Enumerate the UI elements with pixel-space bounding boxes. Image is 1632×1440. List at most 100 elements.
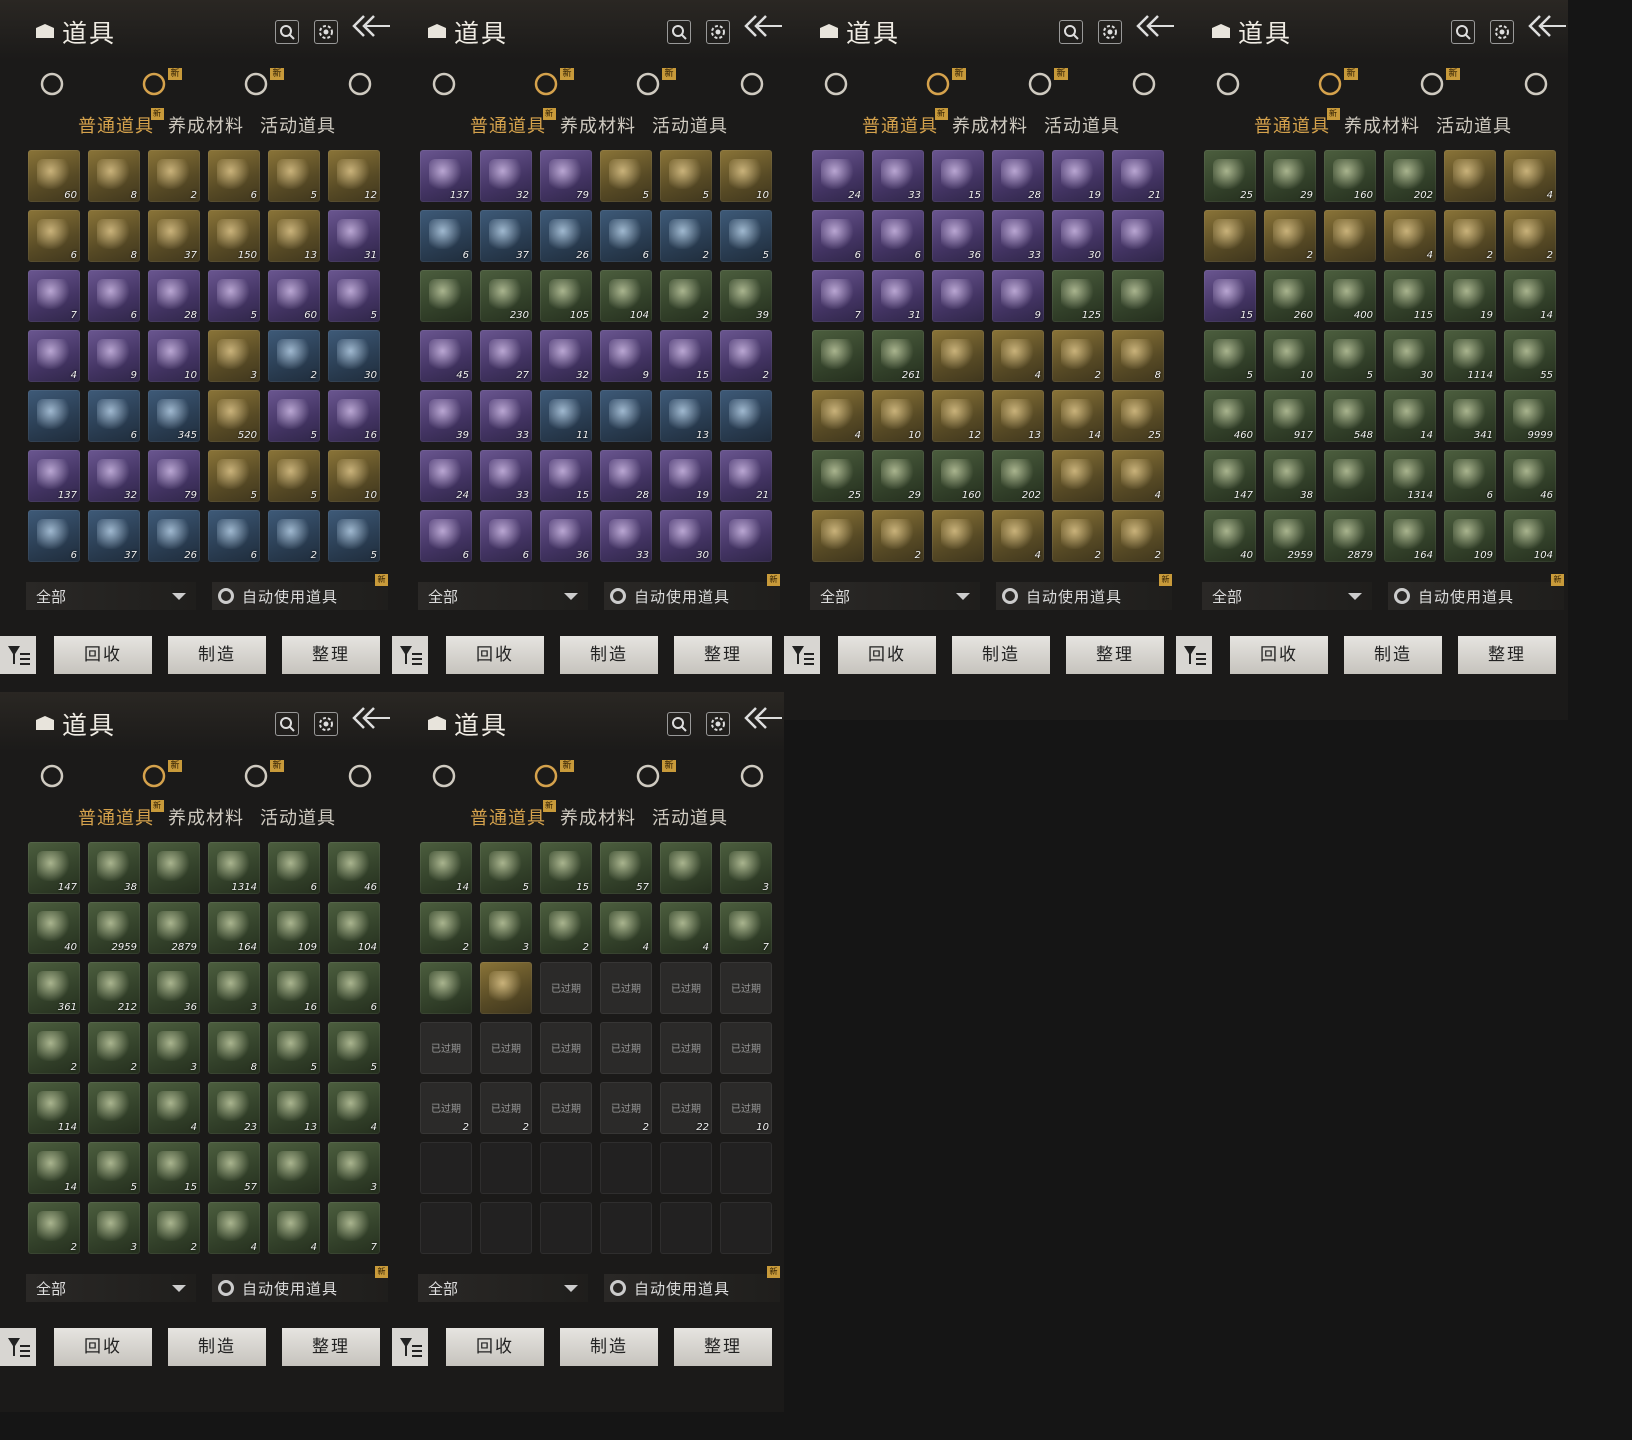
- item-slot[interactable]: 19: [1444, 270, 1496, 322]
- item-slot[interactable]: 13: [992, 390, 1044, 442]
- sort-button[interactable]: 整理: [674, 1328, 772, 1366]
- item-slot[interactable]: 30: [1052, 210, 1104, 262]
- item-slot[interactable]: 29: [872, 450, 924, 502]
- item-slot[interactable]: 4: [992, 330, 1044, 382]
- item-slot[interactable]: 39: [720, 270, 772, 322]
- item-slot[interactable]: 6: [812, 210, 864, 262]
- filter-dropdown[interactable]: 全部: [26, 582, 196, 610]
- item-slot[interactable]: 25: [1204, 150, 1256, 202]
- item-slot[interactable]: 260: [1264, 270, 1316, 322]
- sub-tab[interactable]: 养成材料: [168, 112, 244, 138]
- item-slot[interactable]: 5: [1324, 330, 1376, 382]
- item-slot[interactable]: 40: [1204, 510, 1256, 562]
- item-slot[interactable]: 32: [480, 150, 532, 202]
- craft-button[interactable]: 制造: [1344, 636, 1442, 674]
- gear-icon[interactable]: [1490, 20, 1514, 44]
- category-weapon-icon[interactable]: [428, 66, 468, 106]
- item-slot[interactable]: 79: [540, 150, 592, 202]
- item-slot[interactable]: 6: [208, 150, 260, 202]
- item-slot[interactable]: 6: [88, 270, 140, 322]
- auto-use-toggle[interactable]: 自动使用道具 新: [996, 574, 1172, 610]
- search-icon[interactable]: [667, 20, 691, 44]
- item-slot[interactable]: 548: [1324, 390, 1376, 442]
- item-slot[interactable]: 460: [1204, 390, 1256, 442]
- item-slot[interactable]: 33: [480, 390, 532, 442]
- item-slot[interactable]: 已过期: [660, 1022, 712, 1074]
- item-slot[interactable]: [812, 330, 864, 382]
- item-slot[interactable]: 已过期: [540, 1082, 592, 1134]
- item-slot[interactable]: 2: [1264, 210, 1316, 262]
- item-slot[interactable]: 33: [600, 510, 652, 562]
- item-slot[interactable]: 57: [208, 1142, 260, 1194]
- item-slot[interactable]: 4: [600, 902, 652, 954]
- item-slot[interactable]: 147: [28, 842, 80, 894]
- item-slot[interactable]: 21: [720, 450, 772, 502]
- item-slot[interactable]: 8: [1112, 330, 1164, 382]
- item-slot[interactable]: 4: [28, 330, 80, 382]
- item-slot[interactable]: [1324, 210, 1376, 262]
- filter-list-icon[interactable]: [0, 1328, 36, 1366]
- item-slot[interactable]: 2: [660, 270, 712, 322]
- item-slot[interactable]: 15: [540, 842, 592, 894]
- item-slot[interactable]: 5: [720, 210, 772, 262]
- filter-list-icon[interactable]: [784, 636, 820, 674]
- item-slot[interactable]: 2959: [1264, 510, 1316, 562]
- item-slot[interactable]: 109: [1444, 510, 1496, 562]
- item-slot[interactable]: 1314: [208, 842, 260, 894]
- item-slot[interactable]: [812, 510, 864, 562]
- item-slot[interactable]: 5: [208, 270, 260, 322]
- item-slot[interactable]: [420, 962, 472, 1014]
- craft-button[interactable]: 制造: [168, 1328, 266, 1366]
- item-slot[interactable]: [148, 842, 200, 894]
- auto-use-toggle[interactable]: 自动使用道具 新: [212, 1266, 388, 1302]
- item-slot[interactable]: 7: [812, 270, 864, 322]
- filter-dropdown[interactable]: 全部: [1202, 582, 1372, 610]
- category-medal-icon[interactable]: [344, 758, 384, 798]
- gear-icon[interactable]: [314, 712, 338, 736]
- item-slot[interactable]: 23: [208, 1082, 260, 1134]
- item-slot[interactable]: 147: [1204, 450, 1256, 502]
- sub-tab[interactable]: 活动道具: [1044, 112, 1120, 138]
- item-slot[interactable]: 24: [420, 450, 472, 502]
- item-slot[interactable]: 13: [268, 210, 320, 262]
- item-slot[interactable]: 6: [600, 210, 652, 262]
- item-slot[interactable]: 11: [540, 390, 592, 442]
- item-slot[interactable]: 已过期: [420, 1022, 472, 1074]
- item-slot[interactable]: 36: [932, 210, 984, 262]
- auto-use-toggle[interactable]: 自动使用道具 新: [604, 1266, 780, 1302]
- item-slot[interactable]: 10: [328, 450, 380, 502]
- item-slot[interactable]: 6: [420, 510, 472, 562]
- item-slot[interactable]: 14: [28, 1142, 80, 1194]
- item-slot[interactable]: [88, 1082, 140, 1134]
- category-scroll-icon[interactable]: 新: [632, 66, 676, 106]
- item-slot[interactable]: 21: [1112, 150, 1164, 202]
- item-slot[interactable]: 已过期: [600, 962, 652, 1014]
- item-slot[interactable]: 14: [1384, 390, 1436, 442]
- item-slot[interactable]: 2: [1504, 210, 1556, 262]
- auto-use-toggle[interactable]: 自动使用道具 新: [604, 574, 780, 610]
- item-slot[interactable]: 46: [328, 842, 380, 894]
- item-slot[interactable]: 33: [480, 450, 532, 502]
- search-icon[interactable]: [275, 712, 299, 736]
- item-slot[interactable]: 345: [148, 390, 200, 442]
- item-slot[interactable]: 6: [328, 962, 380, 1014]
- item-slot[interactable]: 3: [720, 842, 772, 894]
- sub-tab[interactable]: 养成材料: [1344, 112, 1420, 138]
- item-slot[interactable]: 202: [1384, 150, 1436, 202]
- category-medal-icon[interactable]: [736, 758, 776, 798]
- item-slot[interactable]: 125: [1052, 270, 1104, 322]
- item-slot[interactable]: 5: [328, 1022, 380, 1074]
- item-slot[interactable]: [268, 1142, 320, 1194]
- item-slot[interactable]: 137: [420, 150, 472, 202]
- category-weapon-icon[interactable]: [36, 758, 76, 798]
- auto-use-toggle[interactable]: 自动使用道具 新: [1388, 574, 1564, 610]
- item-slot[interactable]: 5: [208, 450, 260, 502]
- sub-tab[interactable]: 活动道具: [1436, 112, 1512, 138]
- filter-dropdown[interactable]: 全部: [26, 1274, 196, 1302]
- sub-tab[interactable]: 普通道具新: [470, 800, 556, 830]
- category-scroll-icon[interactable]: 新: [1416, 66, 1460, 106]
- filter-dropdown[interactable]: 全部: [418, 1274, 588, 1302]
- item-slot[interactable]: 30: [660, 510, 712, 562]
- item-slot[interactable]: 4: [1504, 150, 1556, 202]
- item-slot[interactable]: 7: [720, 902, 772, 954]
